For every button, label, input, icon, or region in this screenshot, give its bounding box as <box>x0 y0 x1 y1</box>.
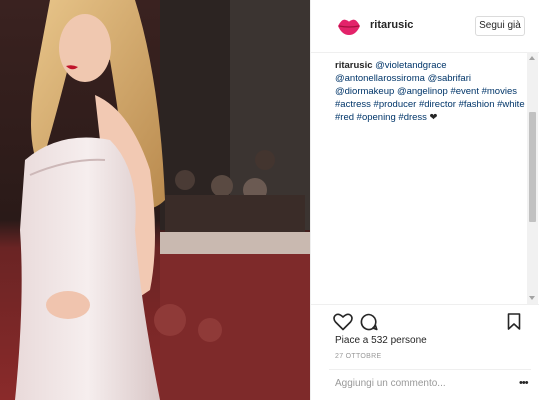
caption-tag-link[interactable]: @diormakeup <box>335 86 394 97</box>
caption-tag-link[interactable]: @angelinop <box>397 86 448 97</box>
comment-input[interactable] <box>335 378 495 389</box>
post-photo-image <box>0 0 310 400</box>
comment-box: ••• <box>329 369 531 402</box>
following-button[interactable]: Segui già <box>475 16 525 36</box>
scroll-up-arrow-icon[interactable] <box>529 56 535 60</box>
lips-avatar-icon[interactable] <box>337 15 361 37</box>
post-actions: Piace a 532 persone 27 OTTOBRE ••• <box>311 304 539 401</box>
scrollbar-thumb[interactable] <box>529 112 536 222</box>
caption-tag-link[interactable]: #fashion <box>459 99 495 110</box>
caption-tag-link[interactable]: #producer <box>374 99 417 110</box>
post-username[interactable]: ritarusic <box>370 19 413 31</box>
caption-tag-link[interactable]: #opening <box>357 112 396 123</box>
caption-username[interactable]: ritarusic <box>335 60 373 71</box>
caption-tag-link[interactable]: #director <box>419 99 456 110</box>
caption-tag-link[interactable]: #white <box>497 99 524 110</box>
heart-icon[interactable] <box>333 313 353 331</box>
scroll-down-arrow-icon[interactable] <box>529 296 535 300</box>
post-date: 27 OTTOBRE <box>335 353 382 360</box>
caption-scrollbar[interactable] <box>527 52 538 304</box>
caption-tag-link[interactable]: @antonellarossiroma <box>335 73 425 84</box>
caption-tag-link[interactable]: @sabrifari <box>428 73 471 84</box>
caption-tag-link[interactable]: @violetandgrace <box>375 60 446 71</box>
comment-bubble-icon[interactable] <box>360 313 378 331</box>
likes-count[interactable]: Piace a 532 persone <box>335 335 427 346</box>
post-sidebar: ritarusic Segui già ritarusic @violetand… <box>310 0 539 400</box>
bookmark-icon[interactable] <box>507 313 521 330</box>
post-caption: ritarusic @violetandgrace @antonellaross… <box>335 59 525 124</box>
caption-tag-link[interactable]: #red <box>335 112 354 123</box>
caption-tag-link[interactable]: #movies <box>482 86 517 97</box>
more-options-icon[interactable]: ••• <box>519 378 529 389</box>
caption-tag-link[interactable]: #dress <box>398 112 427 123</box>
caption-text: ❤ <box>426 112 438 123</box>
caption-tag-link[interactable]: #event <box>450 86 479 97</box>
caption-tag-link[interactable]: #actress <box>335 99 371 110</box>
post-photo[interactable] <box>0 0 310 400</box>
post-header: ritarusic Segui già <box>311 0 539 53</box>
